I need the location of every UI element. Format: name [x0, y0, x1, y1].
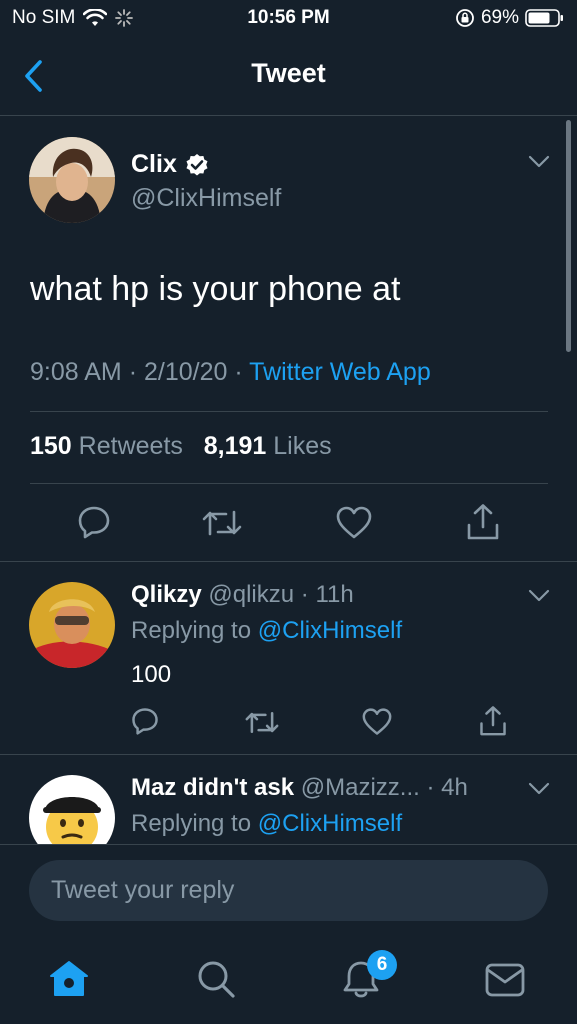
share-action-button[interactable] [466, 503, 500, 541]
reply-author-name[interactable]: Qlikzy [131, 581, 202, 608]
likes-label: Likes [273, 432, 332, 460]
meta-separator: · [234, 358, 243, 386]
likes-count: 8,191 [203, 432, 267, 460]
tab-search[interactable] [196, 959, 236, 999]
reply-author-handle[interactable]: @Mazizz... [301, 774, 420, 801]
tweet-text: what hp is your phone at [30, 270, 401, 308]
status-right: 69% [455, 7, 565, 29]
tab-bar: 6 [0, 930, 577, 1024]
divider [30, 483, 548, 484]
reply-more-button[interactable] [527, 588, 551, 604]
divider [0, 844, 577, 845]
mail-icon [485, 963, 525, 997]
retweet-icon [202, 510, 242, 536]
battery-icon [525, 9, 563, 27]
heart-icon [362, 708, 392, 735]
reply-text: 100 [131, 661, 172, 688]
reply-author-handle[interactable]: @qlikzu [208, 581, 294, 608]
reply-header: Maz didn't ask @Mazizz... · 4h [131, 774, 468, 802]
tweet-more-button[interactable] [527, 154, 551, 170]
reply-action-button[interactable] [131, 707, 159, 735]
reply-age: 4h [441, 774, 468, 801]
author-handle[interactable]: @ClixHimself [131, 184, 281, 213]
like-action-button[interactable] [336, 506, 372, 540]
share-icon [467, 504, 499, 540]
chevron-down-icon [528, 782, 550, 795]
retweets-label: Retweets [78, 432, 183, 460]
tab-home[interactable] [49, 959, 89, 999]
reply-composer-placeholder: Tweet your reply [51, 876, 235, 904]
like-action-button[interactable] [362, 708, 392, 736]
orientation-lock-icon [456, 9, 474, 27]
share-action-button[interactable] [479, 705, 507, 737]
scroll-indicator [566, 120, 571, 352]
reply-author-name[interactable]: Maz didn't ask [131, 774, 294, 801]
tweet-time: 9:08 AM [30, 358, 122, 386]
tweet-source-link[interactable]: Twitter Web App [249, 358, 431, 386]
status-bar: No SIM 10:56 PM 69% [0, 0, 577, 38]
search-icon [198, 961, 235, 998]
retweet-icon [245, 711, 279, 734]
retweet-action-button[interactable] [245, 709, 279, 736]
replying-to-link[interactable]: @ClixHimself [258, 810, 402, 837]
reply-avatar[interactable] [29, 775, 115, 844]
replying-to-prefix: Replying to [131, 810, 252, 837]
meta-separator: · [128, 358, 138, 386]
replying-to-line: Replying to @ClixHimself [131, 810, 402, 838]
replying-to-line: Replying to @ClixHimself [131, 617, 402, 645]
reply-more-button[interactable] [527, 781, 551, 797]
reply-header: Qlikzy @qlikzu · 11h [131, 581, 354, 609]
share-icon [480, 706, 506, 736]
page-title: Tweet [251, 58, 326, 88]
divider [30, 411, 548, 412]
author-name[interactable]: Clix [131, 150, 177, 179]
verified-badge-icon [186, 153, 208, 175]
meta-separator: · [300, 581, 309, 608]
reply-avatar[interactable] [29, 582, 115, 668]
replying-to-prefix: Replying to [131, 617, 252, 644]
reply-icon [78, 506, 110, 539]
heart-icon [336, 506, 372, 539]
divider [0, 561, 577, 562]
author-avatar[interactable] [29, 137, 115, 223]
tweet-meta: 9:08 AM · 2/10/20 · Twitter Web App [30, 358, 431, 387]
reply-action-button[interactable] [77, 505, 111, 539]
tweet-date: 2/10/20 [143, 358, 228, 386]
home-icon [50, 961, 88, 996]
meta-separator: · [426, 774, 435, 801]
reply-composer[interactable]: Tweet your reply [29, 860, 548, 921]
chevron-down-icon [528, 589, 550, 602]
nav-bar: Tweet [0, 38, 577, 116]
likes-stat[interactable]: 8,191 Likes [204, 432, 332, 460]
retweets-stat[interactable]: 150 Retweets [30, 432, 190, 460]
retweet-action-button[interactable] [202, 507, 242, 539]
battery-percent: 69% [480, 7, 519, 28]
tab-messages[interactable] [485, 962, 525, 998]
notifications-badge: 6 [367, 950, 397, 980]
reply-icon [132, 708, 158, 735]
replying-to-link[interactable]: @ClixHimself [258, 617, 402, 644]
tab-notifications[interactable]: 6 [341, 950, 397, 999]
reply-age: 11h [315, 581, 354, 608]
tweet-stats: 150 Retweets 8,191 Likes [30, 432, 332, 461]
chevron-down-icon [528, 155, 550, 168]
author-name-row: Clix [131, 150, 209, 179]
retweets-count: 150 [30, 432, 72, 460]
